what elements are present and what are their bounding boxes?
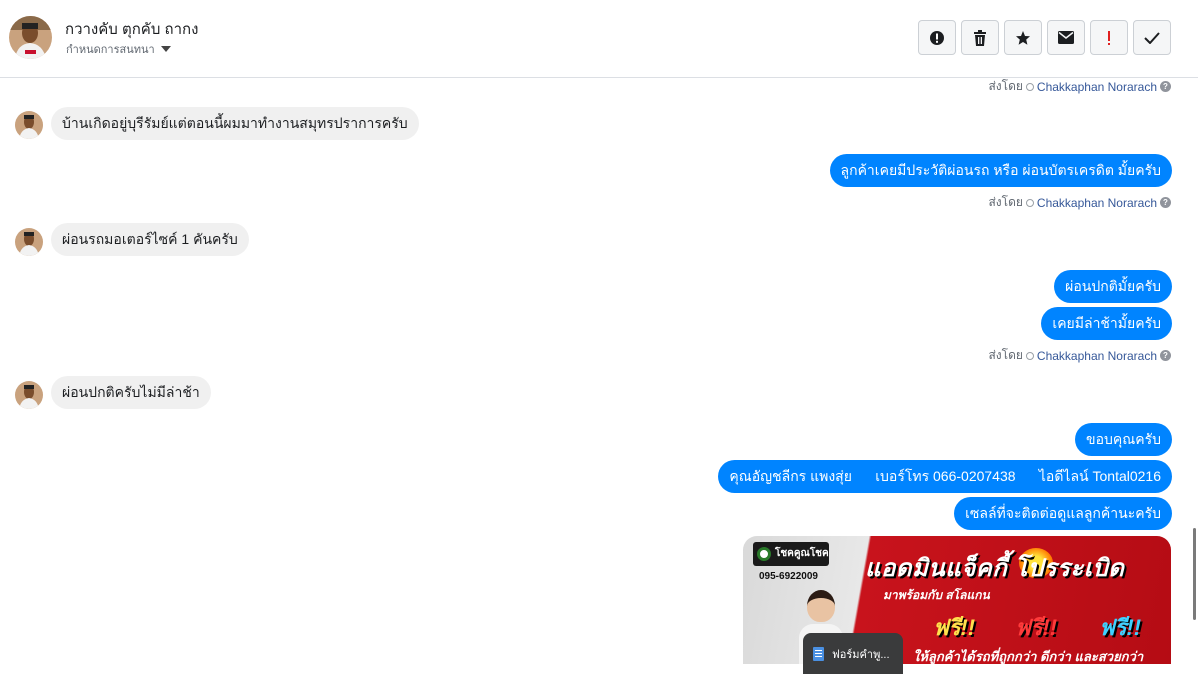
banner-headline: แอดมินแจ็คกี้ โปรระเบิด — [865, 555, 1125, 582]
contact-avatar-small — [15, 111, 43, 139]
incoming-message: ผ่อนรถมอเตอร์ไซค์ 1 คันครับ — [51, 223, 249, 256]
trash-icon — [974, 29, 986, 46]
report-spam-button[interactable] — [918, 20, 956, 55]
assign-conversation-dropdown[interactable]: กำหนดการสนทนา — [66, 40, 171, 58]
star-button[interactable] — [1004, 20, 1042, 55]
caret-down-icon — [160, 46, 171, 52]
banner-subtitle: มาพร้อมกับ สโลแกน — [883, 588, 990, 602]
mark-unread-button[interactable] — [1047, 20, 1085, 55]
saved-reply-chip[interactable]: ฟอร์มคำพู... — [803, 633, 903, 674]
sent-by-line: ส่งโดย Chakkaphan Norarach ? — [988, 193, 1171, 212]
envelope-icon — [1058, 31, 1074, 44]
agent-name-link[interactable]: Chakkaphan Norarach — [1037, 196, 1157, 210]
scrollbar-thumb[interactable] — [1193, 528, 1196, 620]
outgoing-message: ขอบคุณครับ — [1075, 423, 1172, 456]
outgoing-message: ลูกค้าเคยมีประวัติผ่อนรถ หรือ ผ่อนบัตรเค… — [829, 154, 1172, 187]
sent-by-prefix: ส่งโดย — [988, 348, 1023, 362]
outgoing-message: คุณอัญชลีกร แพงสุ่ย เบอร์โทร 066-0207438… — [718, 460, 1172, 493]
important-icon — [1108, 30, 1110, 45]
outgoing-message: เซลล์ที่จะติดต่อดูแลลูกค้านะครับ — [954, 497, 1172, 530]
mark-done-button[interactable] — [1133, 20, 1171, 55]
incoming-message: บ้านเกิดอยู่บุรีรัมย์แต่ตอนนี้ผมมาทำงานส… — [51, 107, 419, 140]
brand-mark-icon — [757, 547, 771, 561]
free-label: ฟรี!! — [1015, 615, 1058, 640]
agent-status-icon — [1025, 198, 1034, 207]
contact-avatar-small — [15, 381, 43, 409]
free-label: ฟรี!! — [933, 615, 976, 640]
contact-avatar-small — [15, 228, 43, 256]
agent-status-icon — [1025, 82, 1034, 91]
brand-logo: โชคคูณโชค — [753, 542, 829, 566]
banner-tagline: ให้ลูกค้าได้รถที่ถูกกว่า ดีกว่า และสวยกว… — [913, 649, 1144, 664]
contact-name: กวางคับ ตุกคับ ถากง — [65, 21, 199, 38]
agent-name-link[interactable]: Chakkaphan Norarach — [1037, 80, 1157, 94]
mark-important-button[interactable] — [1090, 20, 1128, 55]
star-icon — [1016, 30, 1030, 45]
banner-phone: 095-6922009 — [759, 571, 818, 582]
sent-by-line: ส่งโดย Chakkaphan Norarach ? — [988, 346, 1171, 365]
incoming-message: ผ่อนปกติครับไม่มีล่าช้า — [51, 376, 211, 409]
checkmark-icon — [1144, 31, 1160, 44]
saved-reply-label: ฟอร์มคำพู... — [832, 648, 890, 661]
help-icon[interactable]: ? — [1160, 350, 1171, 361]
assign-label: กำหนดการสนทนา — [66, 44, 155, 56]
free-label: ฟรี!! — [1099, 615, 1142, 640]
help-icon[interactable]: ? — [1160, 81, 1171, 92]
sent-by-prefix: ส่งโดย — [988, 79, 1023, 93]
help-icon[interactable]: ? — [1160, 197, 1171, 208]
outgoing-message: ผ่อนปกติมั้ยครับ — [1054, 270, 1172, 303]
agent-status-icon — [1025, 351, 1034, 360]
outgoing-message: เคยมีล่าช้ามั้ยครับ — [1041, 307, 1172, 340]
brand-name: โชคคูณโชค — [775, 548, 829, 559]
conversation-header: กวางคับ ตุกคับ ถากง กำหนดการสนทนา — [0, 0, 1198, 78]
document-icon — [813, 646, 824, 661]
sent-by-prefix: ส่งโดย — [988, 195, 1023, 209]
report-icon — [930, 30, 944, 45]
delete-button[interactable] — [961, 20, 999, 55]
contact-avatar[interactable] — [9, 16, 52, 59]
agent-name-link[interactable]: Chakkaphan Norarach — [1037, 349, 1157, 363]
sent-by-line: ส่งโดย Chakkaphan Norarach ? — [988, 77, 1171, 96]
